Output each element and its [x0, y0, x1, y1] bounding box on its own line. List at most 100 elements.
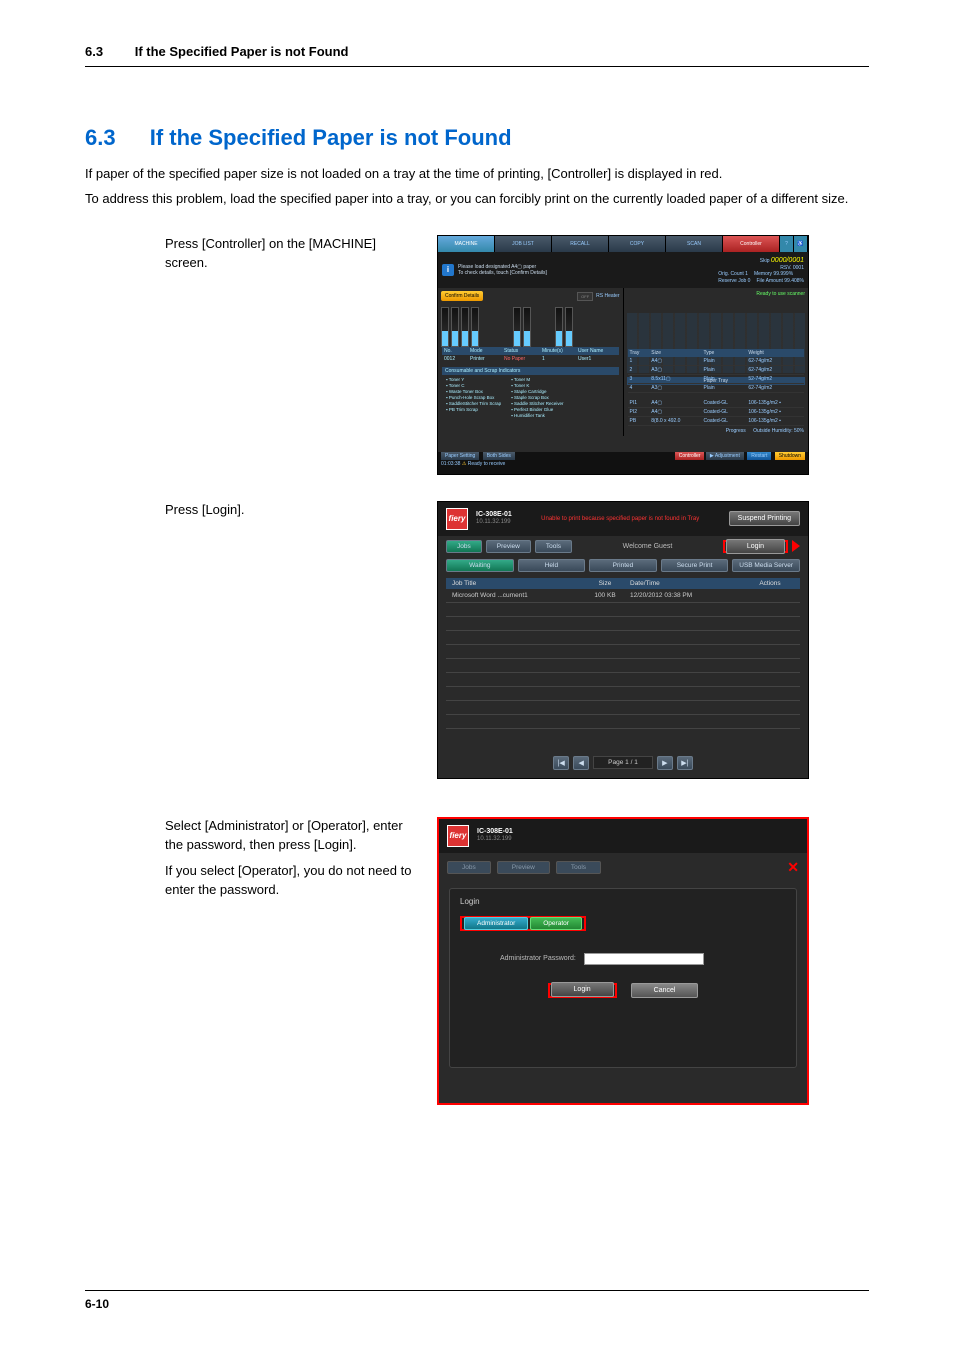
humidity-label: Outside Humidity: 50%: [753, 428, 804, 434]
tray-row[interactable]: 38.5x11▢Plain52-74g/m2: [628, 375, 805, 384]
login-panel-title: Login: [456, 895, 790, 914]
confirm-details-button[interactable]: Confirm Details: [441, 291, 483, 301]
info-icon: i: [442, 264, 454, 276]
list-item: [446, 603, 800, 617]
administrator-button[interactable]: Administrator: [464, 917, 528, 930]
controller-ip: 10.11.32.199: [476, 519, 512, 526]
tray-row[interactable]: 2A3▢Plain62-74g/m2: [628, 366, 805, 375]
tab-controller[interactable]: Controller: [723, 236, 780, 252]
fiery-login-screen: fiery IC-308E-01 10.11.32.199 Jobs Previ…: [437, 817, 809, 1105]
col-size: Size: [580, 580, 630, 587]
tray-row[interactable]: PI2A4▢Coated-GL106-135g/m2 ▪: [628, 407, 805, 416]
login-button[interactable]: Login: [551, 982, 614, 997]
tab-tools[interactable]: Tools: [556, 861, 601, 874]
reserve-job: Reserve Job 0: [718, 278, 750, 285]
pager-next-button[interactable]: ▶: [657, 756, 673, 770]
warning-text: Unable to print because specified paper …: [520, 516, 721, 522]
controller-name: IC-308E-01: [476, 511, 512, 519]
tab-machine[interactable]: MACHINE: [438, 236, 495, 252]
controller-button[interactable]: Controller: [675, 452, 705, 460]
tab-jobs[interactable]: Jobs: [446, 540, 482, 553]
accessibility-icon[interactable]: ♿: [794, 236, 808, 252]
scanner-ready-label: Ready to use scanner: [627, 291, 806, 297]
cons-item: SaddleStitcher Trim Scrap: [446, 401, 501, 406]
tray-row[interactable]: PI1A4▢Coated-GL106-135g/m2 ▪: [628, 399, 805, 408]
tray-row[interactable]: 1A4▢Plain62-74g/m2: [628, 357, 805, 366]
job-list-row[interactable]: Microsoft Word ...cument1 100 KB 12/20/2…: [446, 589, 800, 603]
pager: |◀ ◀ Page 1 / 1 ▶ ▶|: [438, 756, 808, 770]
step-2-text: Press [Login].: [165, 501, 415, 520]
job-user: User1: [578, 356, 591, 362]
heater-off-button[interactable]: OFF: [577, 292, 593, 301]
callout-arrow-icon: [792, 540, 800, 552]
cancel-button[interactable]: Cancel: [631, 983, 699, 998]
tab-scan[interactable]: SCAN: [666, 236, 723, 252]
col-date: Date/Time: [630, 580, 740, 587]
header-section-number: 6.3: [85, 44, 103, 59]
adjustment-button[interactable]: ▶ Adjustment: [706, 452, 744, 460]
job-size-cell: 100 KB: [580, 592, 630, 599]
footer-time: 01:03:38: [441, 461, 460, 467]
tab-joblist[interactable]: JOB LIST: [495, 236, 552, 252]
consumables-grid: Toner Y Toner C Waste Toner Box Punch-Ho…: [442, 375, 619, 420]
intro-paragraph-1: If paper of the specified paper size is …: [85, 165, 869, 184]
tab-usb-media[interactable]: USB Media Server: [732, 559, 800, 572]
cons-item: PB Trim Scrap: [446, 407, 501, 412]
tab-jobs[interactable]: Jobs: [447, 861, 491, 874]
col-no: No.: [444, 348, 464, 354]
page-title: 6.3 If the Specified Paper is not Found: [85, 125, 869, 151]
welcome-label: Welcome Guest: [576, 543, 719, 550]
tray-row[interactable]: 4A3▢Plain62-74g/m2: [628, 384, 805, 393]
help-icon[interactable]: ?: [780, 236, 794, 252]
title-text: If the Specified Paper is not Found: [150, 125, 512, 150]
running-header: 6.3 If the Specified Paper is not Found: [85, 44, 349, 59]
message-line-2: To check details, touch [Confirm Details…: [458, 270, 547, 276]
login-button[interactable]: Login: [726, 539, 785, 554]
role-callout: Administrator Operator: [460, 916, 586, 931]
job-title-cell: Microsoft Word ...cument1: [446, 592, 580, 599]
tab-secure-print[interactable]: Secure Print: [661, 559, 729, 572]
tray-row[interactable]: PB8(8.0 x 492.0Coated-GL106-135g/m2 ▪: [628, 416, 805, 425]
suspend-printing-button[interactable]: Suspend Printing: [729, 511, 800, 526]
cons-item: Waste Toner Box: [446, 389, 501, 394]
fiery-logo: fiery: [447, 825, 469, 847]
password-field[interactable]: [584, 953, 704, 965]
tab-tools[interactable]: Tools: [535, 540, 572, 553]
col-size: Size: [649, 349, 701, 357]
footer-rule: [85, 1290, 869, 1291]
page-number: 6-10: [85, 1297, 109, 1311]
cons-item: Toner Y: [446, 377, 501, 382]
list-item: [446, 673, 800, 687]
step-3-text-2: If you select [Operator], you do not nee…: [165, 862, 415, 900]
list-item: [446, 715, 800, 729]
pager-prev-button[interactable]: ◀: [573, 756, 589, 770]
restart-button[interactable]: Restart: [747, 452, 771, 460]
cons-item: Toner C: [446, 383, 501, 388]
pager-last-button[interactable]: ▶|: [677, 756, 693, 770]
job-row[interactable]: 0012 Printer No Paper 1 User1: [442, 355, 619, 363]
tray-table: Tray Size Type Weight 1A4▢Plain62-74g/m2…: [628, 349, 805, 426]
login-panel: Login Administrator Operator Administrat…: [449, 888, 797, 1068]
tab-printed[interactable]: Printed: [589, 559, 657, 572]
skip-label: Skip: [760, 258, 770, 264]
job-date-cell: 12/20/2012 03:38 PM: [630, 592, 740, 599]
both-sides-button[interactable]: Both Sides: [483, 452, 515, 460]
tab-held[interactable]: Held: [518, 559, 586, 572]
cons-item: Toner M: [511, 377, 563, 382]
shutdown-button[interactable]: Shutdown: [775, 452, 805, 460]
toner-gauges: [441, 307, 620, 347]
list-item: [446, 687, 800, 701]
job-minutes: 1: [542, 356, 572, 362]
pager-first-button[interactable]: |◀: [553, 756, 569, 770]
tab-waiting[interactable]: Waiting: [446, 559, 514, 572]
close-icon[interactable]: ✕: [787, 859, 799, 876]
tab-recall[interactable]: RECALL: [552, 236, 609, 252]
tab-preview[interactable]: Preview: [497, 861, 550, 874]
tab-copy[interactable]: COPY: [609, 236, 666, 252]
paper-setting-button[interactable]: Paper Setting: [441, 452, 479, 460]
login-button-callout: Login: [548, 983, 617, 998]
tab-preview[interactable]: Preview: [486, 540, 531, 553]
col-actions: Actions: [740, 580, 800, 587]
login-callout: Login: [723, 540, 788, 553]
operator-button[interactable]: Operator: [530, 917, 582, 930]
